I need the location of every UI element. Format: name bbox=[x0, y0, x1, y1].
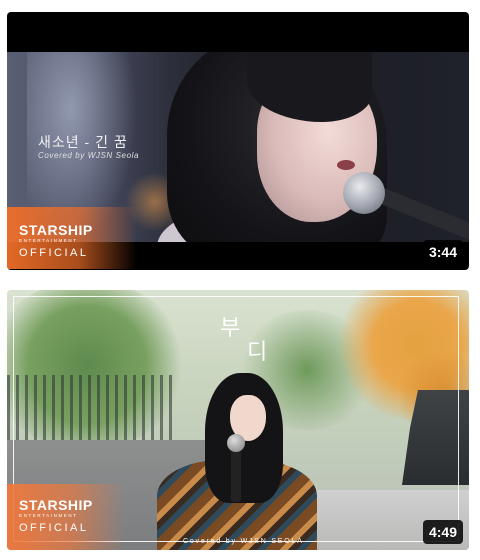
song-title-line-2: 디 bbox=[247, 339, 270, 364]
brand-name: STARSHIP bbox=[19, 222, 93, 238]
cover-credit: Covered by WJSN SEOLA bbox=[183, 538, 304, 545]
brand-tag: OFFICIAL bbox=[19, 247, 89, 259]
brand-subtitle: ENTERTAINMENT bbox=[19, 513, 78, 518]
video-thumbnail-2[interactable]: 부 디 Covered by WJSN SEOLA STARSHIP ENTER… bbox=[7, 290, 469, 550]
singer-lips bbox=[337, 160, 355, 170]
duration-badge: 4:49 bbox=[422, 520, 463, 544]
song-title: 새소년 - 긴 꿈 bbox=[38, 134, 128, 150]
brand-tag: OFFICIAL bbox=[19, 522, 89, 534]
brand-name: STARSHIP bbox=[19, 497, 93, 513]
cover-credit: Covered by WJSN Seola bbox=[38, 151, 140, 160]
song-title-line-1: 부 bbox=[220, 315, 243, 340]
video-thumbnail-1[interactable]: 새소년 - 긴 꿈 Covered by WJSN Seola STARSHIP… bbox=[7, 12, 469, 270]
starship-logo: STARSHIP ENTERTAINMENT OFFICIAL bbox=[19, 223, 93, 259]
microphone-icon bbox=[343, 172, 385, 214]
starship-logo: STARSHIP ENTERTAINMENT OFFICIAL bbox=[19, 498, 93, 534]
duration-badge: 3:44 bbox=[422, 240, 463, 264]
brand-subtitle: ENTERTAINMENT bbox=[19, 238, 78, 243]
